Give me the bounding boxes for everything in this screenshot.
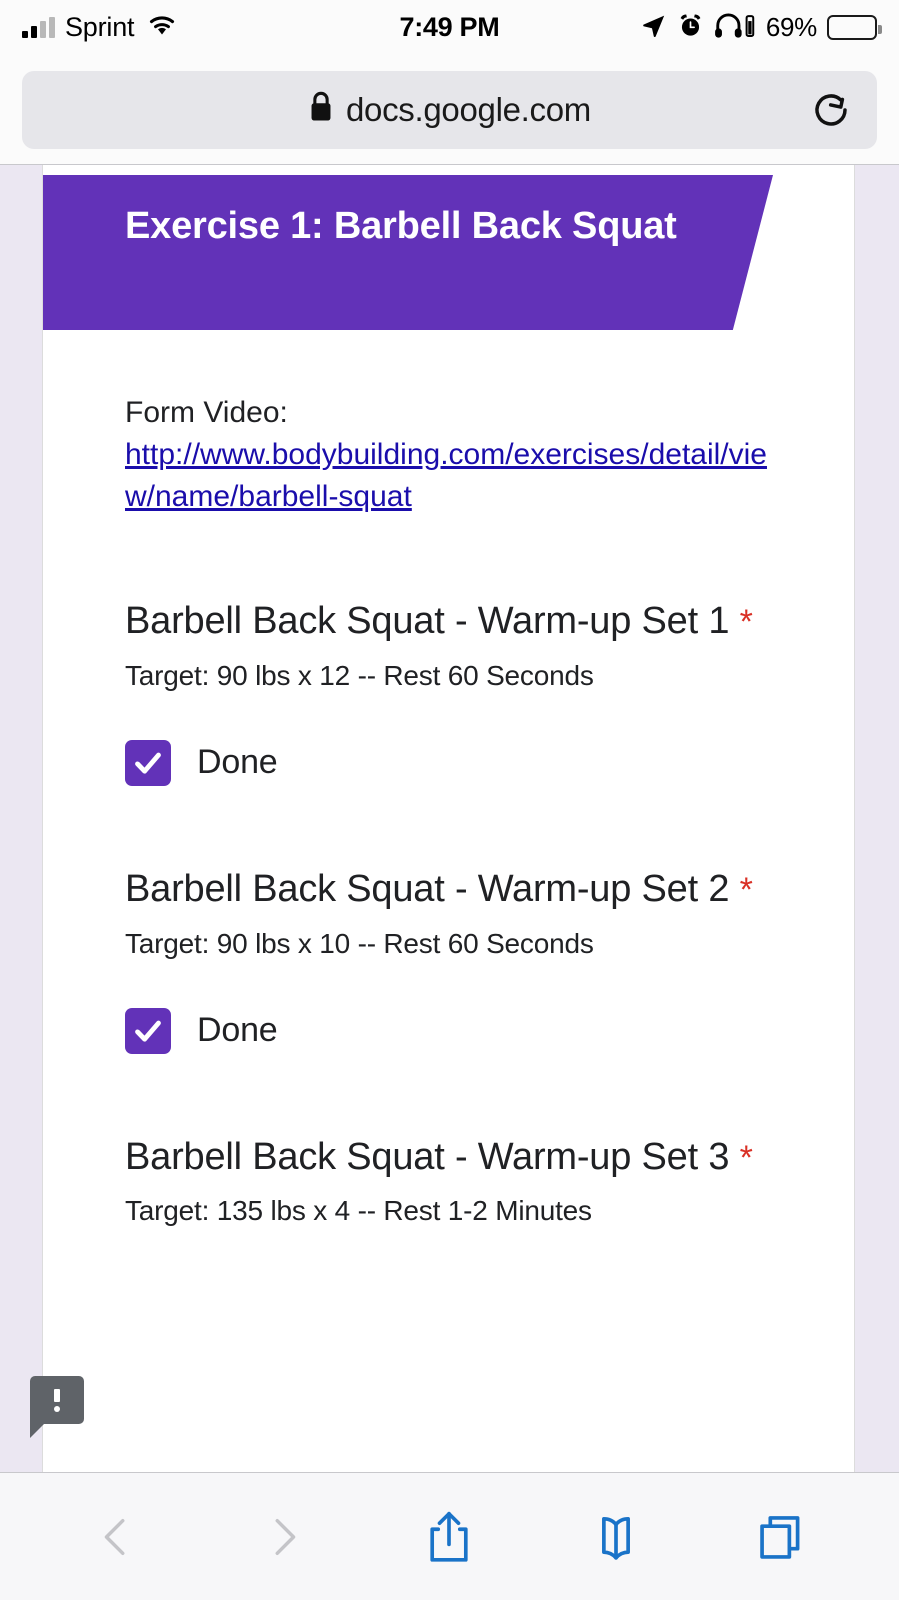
- wifi-icon: [146, 13, 178, 42]
- location-arrow-icon: [640, 12, 667, 44]
- forward-chevron-icon[interactable]: [246, 1500, 320, 1574]
- url-field[interactable]: docs.google.com: [22, 70, 877, 149]
- bookmarks-icon[interactable]: [579, 1500, 653, 1574]
- battery-percent-label: 69%: [765, 12, 817, 42]
- checkbox-row[interactable]: Done: [125, 1007, 772, 1054]
- reload-icon[interactable]: [811, 90, 851, 130]
- question-title-text: Barbell Back Squat - Warm-up Set 1: [125, 600, 730, 642]
- share-icon[interactable]: [412, 1500, 486, 1574]
- question-title: Barbell Back Squat - Warm-up Set 2 *: [125, 858, 772, 922]
- status-bar-left: Sprint: [22, 12, 178, 43]
- question-title: Barbell Back Squat - Warm-up Set 1 *: [125, 590, 772, 654]
- form-body: Form Video: http://www.bodybuilding.com/…: [43, 392, 854, 1227]
- question-target-text: Target: 135 lbs x 4 -- Rest 1-2 Minutes: [125, 1195, 592, 1227]
- browser-address-bar: docs.google.com: [0, 55, 899, 165]
- tabs-icon[interactable]: [745, 1500, 819, 1574]
- question-title: Barbell Back Squat - Warm-up Set 3 *: [125, 1126, 772, 1190]
- url-text: docs.google.com: [346, 90, 591, 128]
- question-title-text: Barbell Back Squat - Warm-up Set 2: [125, 867, 730, 910]
- status-bar: Sprint 7:49 PM 69%: [0, 0, 899, 55]
- required-asterisk: *: [739, 603, 753, 641]
- question-item: Barbell Back Squat - Warm-up Set 3 * Tar…: [125, 1126, 772, 1228]
- done-checkbox[interactable]: [125, 739, 171, 786]
- exercise-header-banner: Exercise 1: Barbell Back Squat: [43, 175, 854, 330]
- google-form-card: Exercise 1: Barbell Back Squat Form Vide…: [42, 165, 855, 1472]
- web-page-content: Exercise 1: Barbell Back Squat Form Vide…: [0, 165, 899, 1472]
- lock-icon: [308, 91, 334, 128]
- page-title: Exercise 1: Barbell Back Squat: [125, 205, 677, 247]
- browser-toolbar: [0, 1472, 899, 1600]
- required-asterisk: *: [739, 870, 753, 909]
- phone-screen: Sprint 7:49 PM 69% docs.google.com Exerc…: [0, 0, 899, 1600]
- question-item: Barbell Back Squat - Warm-up Set 1 * Tar…: [125, 590, 772, 786]
- question-target-text: Target: 90 lbs x 10 -- Rest 60 Seconds: [125, 927, 594, 959]
- form-video-link[interactable]: http://www.bodybuilding.com/exercises/de…: [125, 434, 772, 518]
- form-video-label: Form Video:: [125, 396, 288, 429]
- signal-bars-icon: [22, 16, 55, 38]
- checkbox-row[interactable]: Done: [125, 739, 772, 786]
- feedback-icon[interactable]: [30, 1376, 84, 1438]
- battery-icon: [827, 15, 882, 40]
- done-checkbox[interactable]: [125, 1007, 171, 1054]
- checkbox-label: Done: [197, 743, 278, 782]
- back-chevron-icon[interactable]: [80, 1500, 154, 1574]
- form-video-block: Form Video: http://www.bodybuilding.com/…: [125, 392, 772, 518]
- question-item: Barbell Back Squat - Warm-up Set 2 * Tar…: [125, 858, 772, 1054]
- checkbox-label: Done: [197, 1011, 278, 1050]
- alarm-clock-icon: [677, 12, 704, 44]
- required-asterisk: *: [739, 1138, 753, 1177]
- question-title-text: Barbell Back Squat - Warm-up Set 3: [125, 1135, 730, 1178]
- question-target-text: Target: 90 lbs x 12 -- Rest 60 Seconds: [125, 659, 594, 691]
- carrier-label: Sprint: [65, 12, 135, 42]
- headphones-icon: [714, 12, 756, 44]
- status-bar-right: 69%: [640, 12, 882, 44]
